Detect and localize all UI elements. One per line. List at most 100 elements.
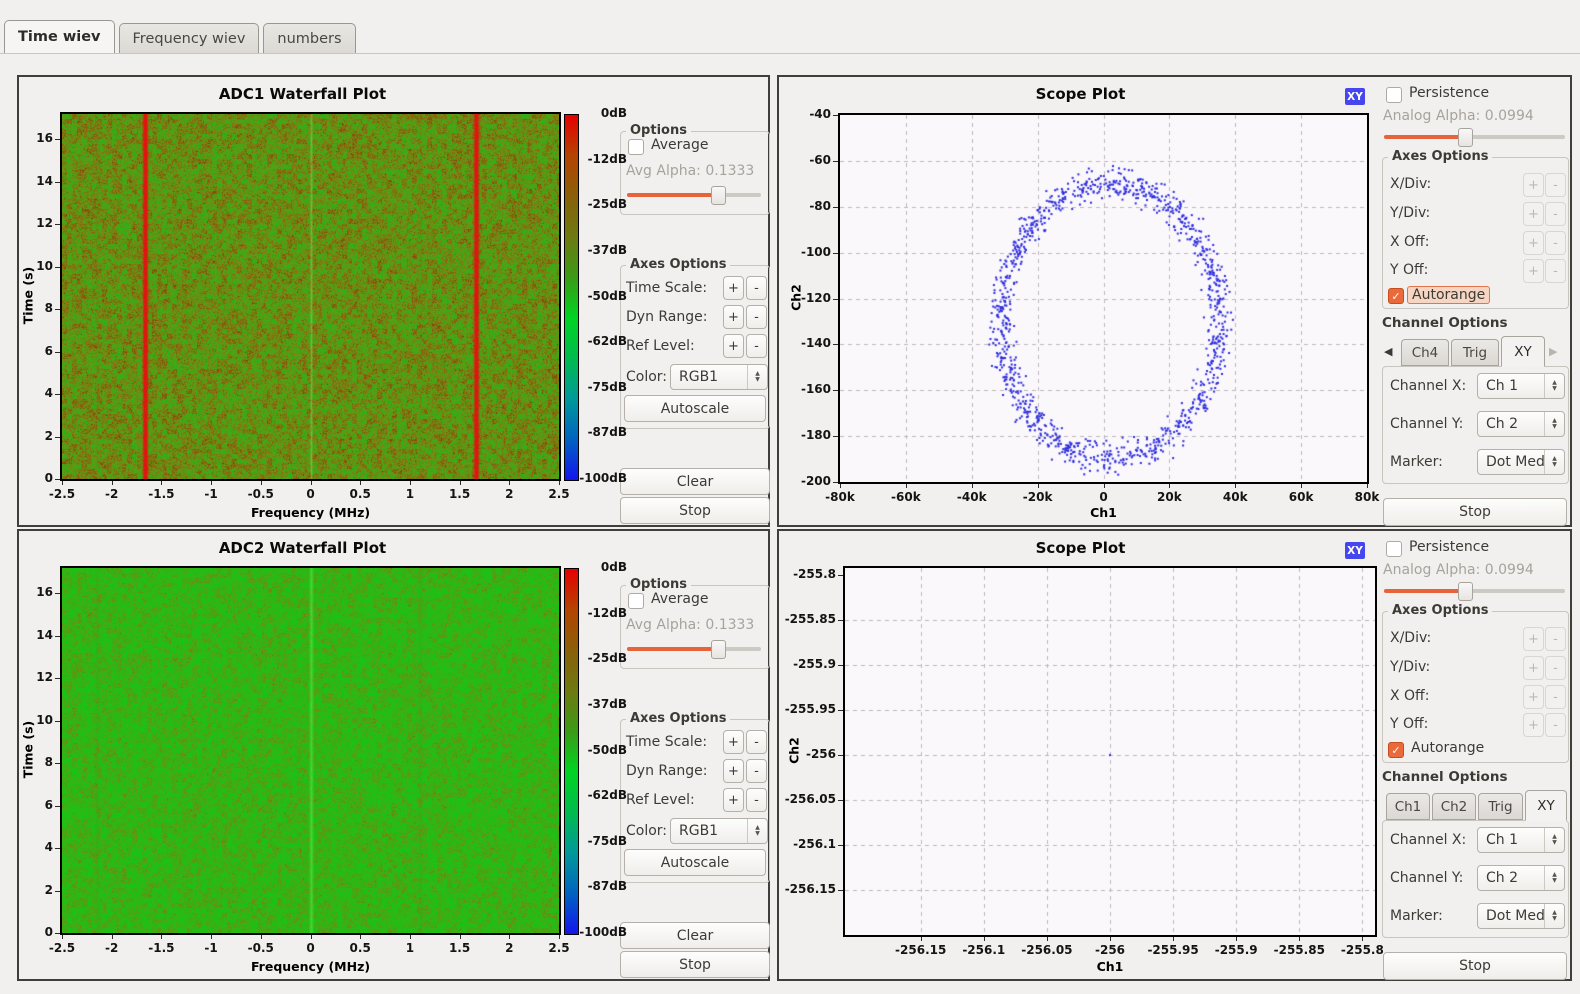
persistence-checkbox[interactable]	[1386, 541, 1402, 557]
marker-select[interactable]: Dot Med ▲▼	[1477, 449, 1565, 475]
channel-tab-xy[interactable]: XY	[1501, 336, 1545, 367]
tick-mark	[1104, 484, 1105, 488]
channel-x-select[interactable]: Ch 1 ▲▼	[1477, 373, 1565, 399]
ydiv-plus-button[interactable]: +	[1523, 202, 1544, 226]
adc2-autoscale-button[interactable]: Autoscale	[624, 849, 766, 876]
time-scale-minus-button[interactable]: -	[746, 276, 767, 300]
adc2-clear-button[interactable]: Clear	[620, 922, 770, 949]
marker-value: Dot Med	[1478, 450, 1544, 474]
yoff-plus-button[interactable]: +	[1523, 713, 1544, 737]
tick-mark	[55, 139, 60, 140]
channel-tab-ch1[interactable]: Ch1	[1386, 793, 1430, 820]
spinbox-arrows-icon[interactable]: ▲▼	[747, 819, 767, 843]
ydiv-label: Y/Div:	[1390, 659, 1430, 675]
spinbox-arrows-icon[interactable]: ▲▼	[1544, 866, 1564, 890]
xdiv-minus-button[interactable]: -	[1545, 173, 1566, 197]
xoff-minus-button[interactable]: -	[1545, 685, 1566, 709]
spinbox-arrows-icon[interactable]: ▲▼	[1544, 374, 1564, 398]
adc1-avg-alpha-slider[interactable]	[627, 193, 761, 197]
tick-mark	[410, 935, 411, 939]
spinbox-arrows-icon[interactable]: ▲▼	[1544, 412, 1564, 436]
xoff-plus-button[interactable]: +	[1523, 231, 1544, 255]
xdiv-minus-button[interactable]: -	[1545, 627, 1566, 651]
marker-select[interactable]: Dot Med ▲▼	[1477, 903, 1565, 929]
dyn-range-minus-button[interactable]: -	[746, 759, 767, 783]
time-scale-minus-button[interactable]: -	[746, 730, 767, 754]
xy-mode-badge: XY	[1345, 542, 1365, 559]
dyn-range-plus-button[interactable]: +	[723, 759, 744, 783]
autorange-checkbox[interactable]: ✓	[1388, 288, 1404, 304]
tick-mark	[55, 848, 60, 849]
slider-handle[interactable]	[711, 640, 726, 659]
adc1-color-select[interactable]: RGB1 ▲▼	[670, 364, 768, 390]
tick-mark	[55, 437, 60, 438]
analog-alpha-slider[interactable]	[1384, 135, 1565, 139]
adc1-average-checkbox[interactable]	[628, 139, 644, 155]
dyn-range-plus-button[interactable]: +	[723, 305, 744, 329]
xoff-plus-button[interactable]: +	[1523, 685, 1544, 709]
spinbox-arrows-icon[interactable]: ▲▼	[1544, 450, 1564, 474]
channel-tab-trig[interactable]: Trig	[1451, 339, 1499, 366]
tick-mark	[55, 479, 60, 480]
persistence-label: Persistence	[1409, 539, 1489, 555]
tick-label: 4	[0, 386, 53, 400]
adc2-average-checkbox[interactable]	[628, 593, 644, 609]
spinbox-arrows-icon[interactable]: ▲▼	[1544, 828, 1564, 852]
ydiv-minus-button[interactable]: -	[1545, 202, 1566, 226]
adc1-waterfall-canvas[interactable]	[62, 114, 559, 479]
yoff-minus-button[interactable]: -	[1545, 259, 1566, 283]
ref-level-minus-button[interactable]: -	[746, 788, 767, 812]
spinbox-arrows-icon[interactable]: ▲▼	[747, 365, 767, 389]
tick-label: 14	[0, 628, 53, 642]
adc2-waterfall-canvas[interactable]	[62, 568, 559, 933]
channel-tab-xy[interactable]: XY	[1525, 790, 1567, 821]
slider-handle[interactable]	[1458, 128, 1473, 147]
spinbox-arrows-icon[interactable]: ▲▼	[1544, 904, 1564, 928]
ydiv-minus-button[interactable]: -	[1545, 656, 1566, 680]
dyn-range-minus-button[interactable]: -	[746, 305, 767, 329]
analog-alpha-slider[interactable]	[1384, 589, 1565, 593]
channel-y-select[interactable]: Ch 2 ▲▼	[1477, 411, 1565, 437]
tab-scroll-left-icon[interactable]: ◀	[1384, 345, 1392, 358]
scope-top-stop-button[interactable]: Stop	[1383, 498, 1567, 526]
adc2-color-select[interactable]: RGB1 ▲▼	[670, 818, 768, 844]
xdiv-plus-button[interactable]: +	[1523, 173, 1544, 197]
slider-handle[interactable]	[711, 186, 726, 205]
ref-level-minus-button[interactable]: -	[746, 334, 767, 358]
adc2-stop-button[interactable]: Stop	[620, 951, 770, 978]
adc1-clear-button[interactable]: Clear	[620, 468, 770, 495]
ydiv-plus-button[interactable]: +	[1523, 656, 1544, 680]
scope-top-x-axis-title: Ch1	[840, 505, 1367, 520]
autorange-label: Autorange	[1407, 286, 1490, 304]
xdiv-plus-button[interactable]: +	[1523, 627, 1544, 651]
adc1-stop-button[interactable]: Stop	[620, 497, 770, 524]
time-scale-plus-button[interactable]: +	[723, 730, 744, 754]
adc2-waterfall-panel: ADC2 Waterfall Plot Time (s) Frequency (…	[17, 529, 770, 981]
ref-level-plus-button[interactable]: +	[723, 334, 744, 358]
yoff-plus-button[interactable]: +	[1523, 259, 1544, 283]
adc1-autoscale-button[interactable]: Autoscale	[624, 395, 766, 422]
persistence-checkbox[interactable]	[1386, 87, 1402, 103]
channel-tab-trig[interactable]: Trig	[1478, 793, 1523, 820]
yoff-minus-button[interactable]: -	[1545, 713, 1566, 737]
channel-tab-ch2[interactable]: Ch2	[1432, 793, 1476, 820]
tab-numbers[interactable]: numbers	[263, 23, 355, 53]
channel-tab-ch4[interactable]: Ch4	[1401, 339, 1449, 366]
tick-mark	[1367, 484, 1368, 488]
xoff-minus-button[interactable]: -	[1545, 231, 1566, 255]
tab-frequency-wiev[interactable]: Frequency wiev	[119, 23, 260, 53]
channel-y-select[interactable]: Ch 2 ▲▼	[1477, 865, 1565, 891]
time-scale-plus-button[interactable]: +	[723, 276, 744, 300]
scope-bottom-stop-button[interactable]: Stop	[1383, 952, 1567, 980]
average-label: Average	[651, 591, 709, 607]
channel-x-select[interactable]: Ch 1 ▲▼	[1477, 827, 1565, 853]
adc2-avg-alpha-slider[interactable]	[627, 647, 761, 651]
ref-level-plus-button[interactable]: +	[723, 788, 744, 812]
scope-bottom-canvas[interactable]	[845, 568, 1375, 935]
tick-mark	[1047, 937, 1048, 941]
autorange-checkbox[interactable]: ✓	[1388, 742, 1404, 758]
tab-scroll-right-icon[interactable]: ▶	[1549, 345, 1557, 358]
slider-handle[interactable]	[1458, 582, 1473, 601]
scope-top-canvas[interactable]	[840, 115, 1367, 482]
tab-time-wiev[interactable]: Time wiev	[4, 20, 115, 53]
